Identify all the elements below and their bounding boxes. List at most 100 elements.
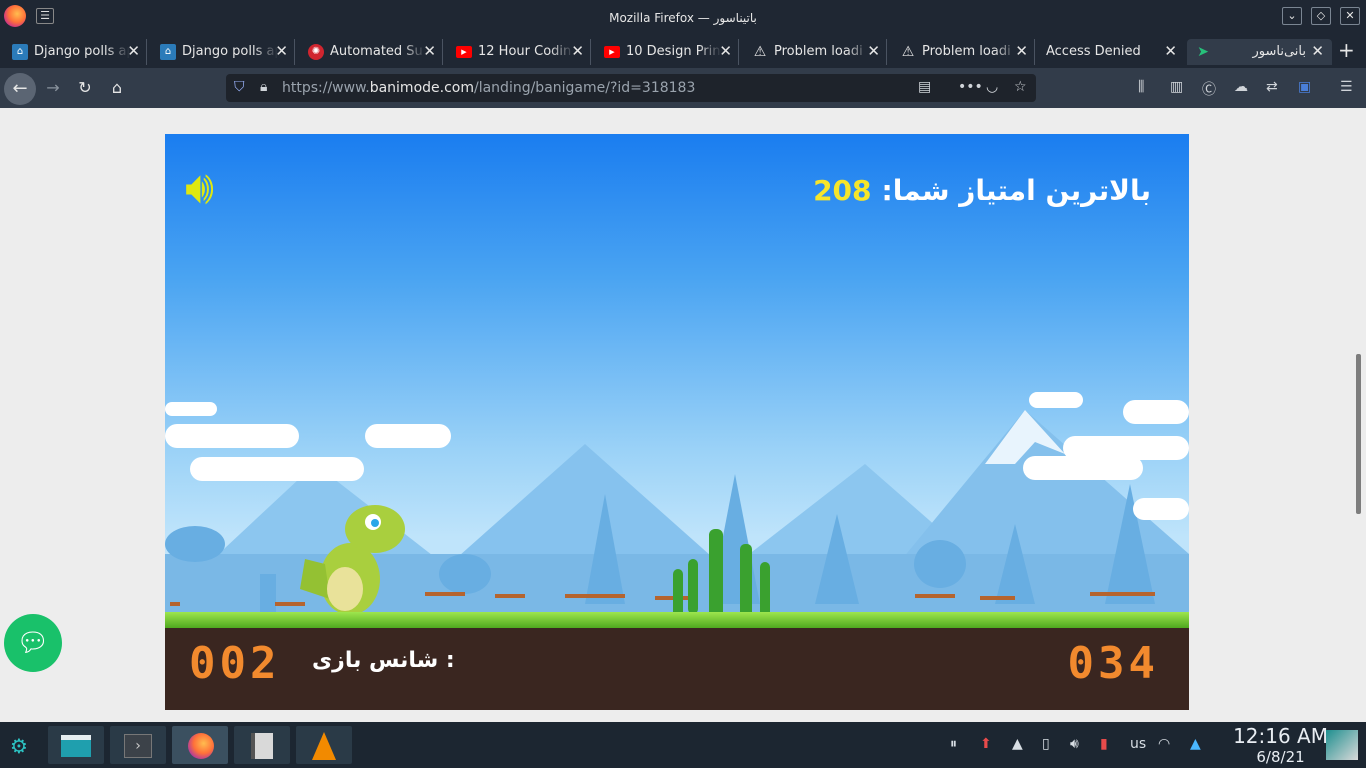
youtube-icon: ▶: [456, 46, 472, 58]
new-tab-button[interactable]: +: [1338, 38, 1355, 62]
taskbar: ⚙ › ⏸ ⬆ ▲ ▯ 🔊︎ ▮ us ◠ ▲ 12:16 AM 6/8/21: [0, 722, 1366, 768]
terminal-icon: ›: [124, 734, 152, 758]
clock[interactable]: 12:16 AM 6/8/21: [1233, 724, 1328, 766]
update-notifier-icon[interactable]: ⬆: [980, 736, 992, 752]
tab-close-icon[interactable]: ✕: [1015, 42, 1028, 60]
extension-c-icon[interactable]: Ⓒ: [1202, 79, 1216, 99]
tab-label: Django polls app: [34, 44, 130, 59]
library-icon[interactable]: ⫼: [1138, 79, 1144, 95]
game-canvas[interactable]: 🔊︎ بالاترین امتیاز شما: 208 002 شانس بازی…: [165, 134, 1189, 710]
tab-close-icon[interactable]: ✕: [719, 42, 732, 60]
taskbar-terminal[interactable]: ›: [110, 726, 166, 764]
keyboard-layout[interactable]: us: [1130, 736, 1146, 752]
cloud: [165, 424, 299, 448]
tab-label: Problem loadi: [922, 44, 1011, 59]
chat-support-icon[interactable]: 💬︎: [4, 614, 62, 672]
tab-banigame[interactable]: ➤ بانی‌ناسور ✕: [1187, 39, 1332, 65]
clock-time: 12:16 AM: [1233, 724, 1328, 748]
tab-close-icon[interactable]: ✕: [571, 42, 584, 60]
tab-automated[interactable]: ✺ Automated Su ✕: [300, 39, 443, 65]
tab-label: بانی‌ناسور: [1252, 44, 1307, 59]
tab-youtube-2[interactable]: ▶ 10 Design Prin ✕: [596, 39, 739, 65]
wifi-icon[interactable]: ◠: [1158, 736, 1170, 752]
tray-expand-icon[interactable]: ▲: [1190, 736, 1201, 752]
ground-grass: [165, 612, 1189, 628]
tab-label: 10 Design Prin: [626, 44, 721, 59]
tab-access-denied[interactable]: Access Denied ✕: [1040, 39, 1183, 65]
taskbar-archiver[interactable]: [234, 726, 290, 764]
url-prefix: https://www.: [282, 80, 370, 96]
cloud: [1029, 392, 1083, 408]
warning-icon: ⚠: [901, 44, 915, 60]
tab-close-icon[interactable]: ✕: [275, 42, 288, 60]
navigation-bar: ← → ↻ ⌂ ⛉ 🔒︎ https://www.banimode.com/la…: [0, 68, 1366, 108]
vlc-icon: [312, 732, 336, 760]
bookmark-star-icon[interactable]: ☆: [1014, 79, 1027, 95]
tab-close-icon[interactable]: ✕: [1164, 42, 1177, 60]
speaker-icon[interactable]: 🔊︎: [185, 162, 214, 212]
tab-close-icon[interactable]: ✕: [127, 42, 140, 60]
tab-label: Problem loadi: [774, 44, 863, 59]
tab-label: 12 Hour Codin: [478, 44, 572, 59]
current-score: 034: [1067, 638, 1159, 689]
cloud: [1123, 400, 1189, 424]
maximize-button[interactable]: ◇: [1311, 7, 1331, 25]
tab-label: Automated Su: [330, 44, 423, 59]
forward-button[interactable]: →: [42, 78, 64, 98]
scrollbar[interactable]: [1356, 354, 1361, 514]
archive-icon: [251, 733, 273, 759]
tab-close-icon[interactable]: ✕: [867, 42, 880, 60]
taskbar-vlc[interactable]: [296, 726, 352, 764]
battery-icon[interactable]: ▮: [1100, 736, 1108, 752]
folder-icon: [61, 735, 91, 757]
reload-button[interactable]: ↻: [74, 78, 96, 98]
cloud: [190, 457, 364, 481]
tab-youtube-1[interactable]: ▶ 12 Hour Codin ✕: [448, 39, 591, 65]
tab-problem-1[interactable]: ⚠ Problem loadi ✕: [744, 39, 887, 65]
extension-vpn-icon[interactable]: ▣: [1298, 79, 1311, 95]
url-host: banimode.com: [369, 80, 474, 96]
high-score: بالاترین امتیاز شما: 208: [813, 174, 1151, 207]
cloud: [165, 402, 217, 416]
taskbar-file-manager[interactable]: [48, 726, 104, 764]
lock-icon[interactable]: 🔒︎: [260, 79, 267, 95]
firefox-icon: [188, 733, 214, 759]
cloud: [365, 424, 451, 448]
home-button[interactable]: ⌂: [106, 78, 128, 98]
extension-cloud-icon[interactable]: ☁: [1234, 79, 1248, 95]
show-desktop-icon[interactable]: [1326, 730, 1358, 760]
chance-label: شانس بازی :: [312, 648, 455, 673]
media-pause-icon[interactable]: ⏸: [950, 736, 957, 752]
window-title: Mozilla Firefox — باتیناسور: [609, 11, 757, 25]
url-bar[interactable]: ⛉ 🔒︎ https://www.banimode.com/landing/ba…: [226, 74, 1036, 102]
django-favicon-icon: ⌂: [12, 44, 28, 60]
taskbar-firefox[interactable]: [172, 726, 228, 764]
vlc-tray-icon[interactable]: ▲: [1012, 736, 1023, 752]
back-button[interactable]: ←: [4, 73, 36, 105]
tab-problem-2[interactable]: ⚠ Problem loadi ✕: [892, 39, 1035, 65]
pocket-icon[interactable]: ◡: [986, 79, 998, 95]
tab-label: Django polls app: [182, 44, 278, 59]
url-text[interactable]: https://www.banimode.com/landing/banigam…: [282, 80, 695, 96]
chance-counter: 002: [189, 638, 281, 689]
clipboard-icon[interactable]: ▯: [1042, 736, 1050, 752]
volume-icon[interactable]: 🔊︎: [1070, 736, 1079, 752]
youtube-icon: ▶: [604, 46, 620, 58]
minimize-button[interactable]: ⌄: [1282, 7, 1302, 25]
tab-close-icon[interactable]: ✕: [423, 42, 436, 60]
tracking-protection-shield-icon[interactable]: ⛉: [234, 79, 245, 95]
tab-close-icon[interactable]: ✕: [1311, 42, 1324, 60]
url-path: /landing/banigame/?id=318183: [474, 80, 696, 96]
banimode-favicon-icon: ➤: [1197, 44, 1209, 60]
extension-arrows-icon[interactable]: ⇄: [1266, 79, 1278, 95]
tab-django-2[interactable]: ⌂ Django polls app ✕: [152, 39, 295, 65]
django-favicon-icon: ⌂: [160, 44, 176, 60]
sidebar-icon[interactable]: ▥: [1170, 79, 1183, 95]
reader-view-icon[interactable]: ▤: [918, 79, 931, 95]
app-menu-icon[interactable]: ☰: [1340, 79, 1353, 95]
page-actions-icon[interactable]: •••: [958, 79, 983, 95]
tab-django-1[interactable]: ⌂ Django polls app ✕: [4, 39, 147, 65]
app-launcher-icon[interactable]: ⚙: [10, 734, 28, 758]
close-window-button[interactable]: ✕: [1340, 7, 1360, 25]
high-score-label: بالاترین امتیاز شما:: [881, 174, 1151, 207]
